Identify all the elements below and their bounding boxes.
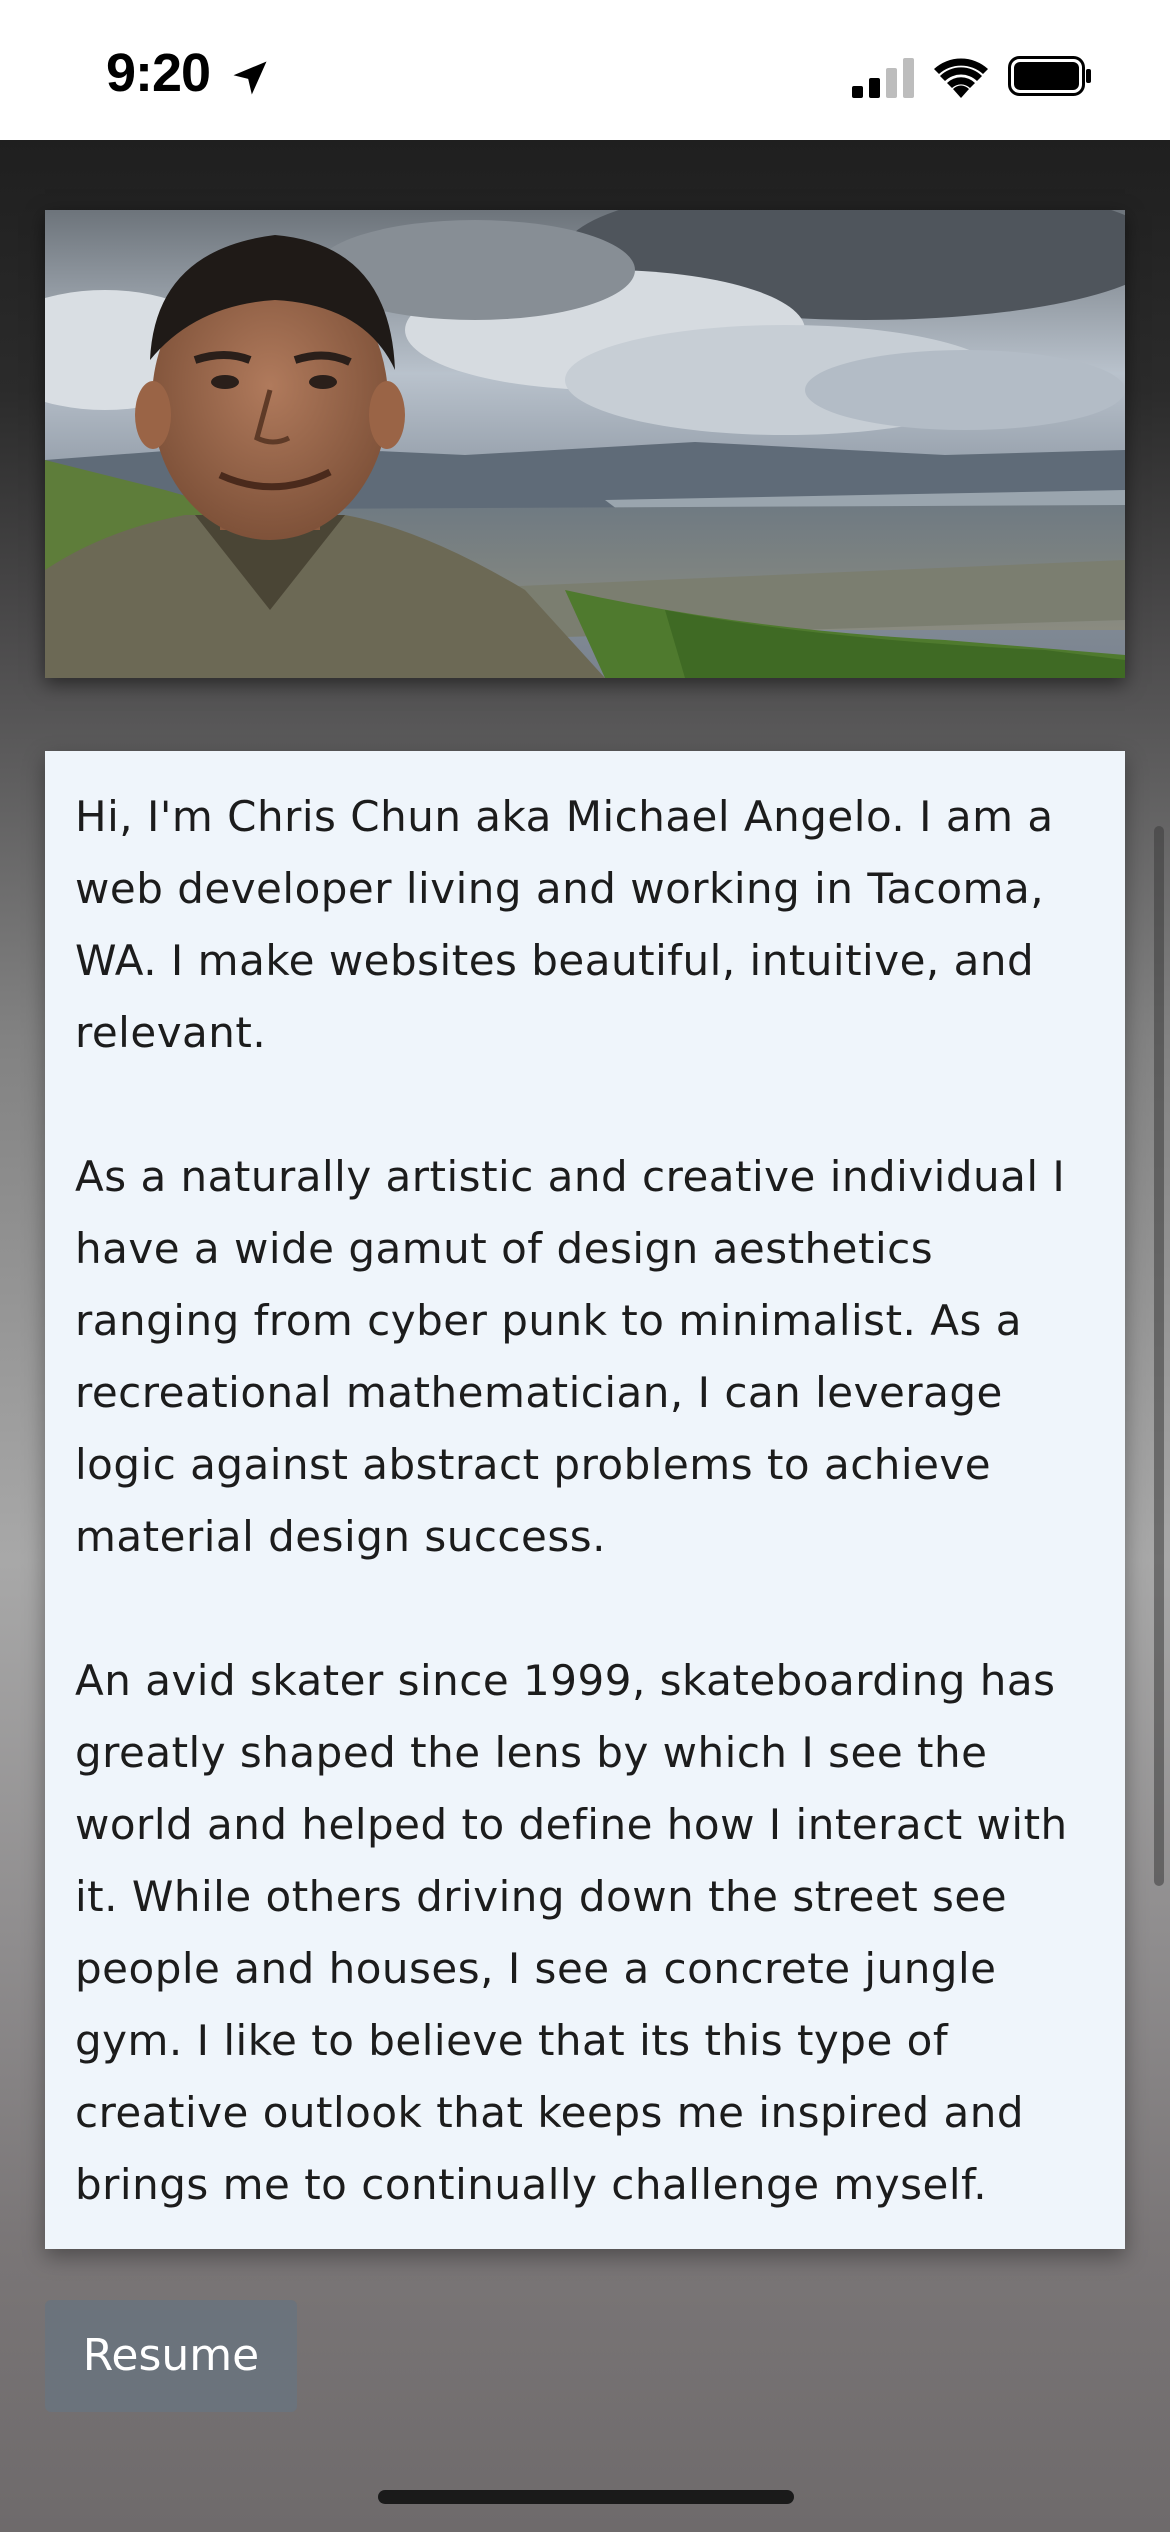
wifi-icon: [934, 58, 988, 98]
status-bar: 9:20: [0, 0, 1170, 140]
hero-photo-illustration: [45, 210, 1125, 678]
cellular-signal-icon: [852, 58, 914, 98]
location-arrow-icon: [233, 61, 267, 95]
bio-paragraph-design: As a naturally artistic and creative ind…: [75, 1152, 1066, 1561]
status-time: 9:20: [106, 43, 211, 103]
battery-icon: [1008, 56, 1091, 96]
hero-photo: [45, 210, 1125, 678]
scrollbar[interactable]: [1154, 826, 1164, 1886]
resume-button[interactable]: Resume: [45, 2300, 297, 2412]
bio-paragraph-intro: Hi, I'm Chris Chun aka Michael Angelo. I…: [75, 792, 1054, 1057]
bio-card: Hi, I'm Chris Chun aka Michael Angelo. I…: [45, 751, 1125, 2249]
page-background: Hi, I'm Chris Chun aka Michael Angelo. I…: [0, 140, 1170, 2532]
bio-paragraph-skating: An avid skater since 1999, skateboarding…: [75, 1656, 1068, 2209]
home-indicator[interactable]: [378, 2490, 794, 2504]
